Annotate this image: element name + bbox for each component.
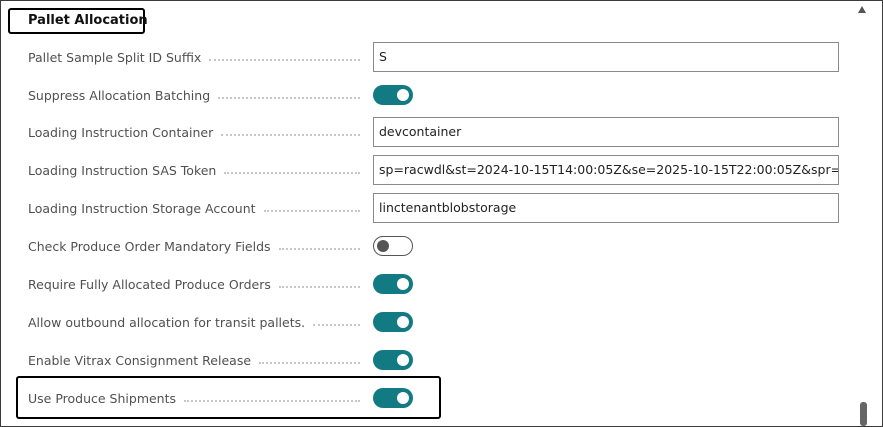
loading-instruction-sas-token-input[interactable]: sp=racwdl&st=2024-10-15T14:00:05Z&se=202… (373, 155, 839, 185)
row-check-produce-order-mandatory-fields: Check Produce Order Mandatory Fields (28, 231, 839, 261)
allow-outbound-allocation-toggle[interactable] (373, 312, 413, 332)
field-label: Suppress Allocation Batching (28, 80, 368, 110)
enable-vitrax-consignment-release-toggle[interactable] (373, 350, 413, 370)
row-loading-instruction-storage-account: Loading Instruction Storage Account linc… (28, 193, 839, 223)
loading-instruction-storage-account-input[interactable]: linctenantblobstorage (373, 193, 839, 223)
loading-instruction-container-input[interactable]: devcontainer (373, 117, 839, 147)
field-label: Loading Instruction Container (28, 117, 368, 147)
row-enable-vitrax-consignment-release: Enable Vitrax Consignment Release (28, 345, 839, 375)
pallet-sample-split-id-suffix-input[interactable]: S (373, 42, 839, 72)
row-require-fully-allocated-produce-orders: Require Fully Allocated Produce Orders (28, 269, 839, 299)
field-label: Allow outbound allocation for transit pa… (28, 307, 368, 337)
scrollbar-thumb[interactable] (860, 402, 867, 426)
row-allow-outbound-allocation-transit-pallets: Allow outbound allocation for transit pa… (28, 307, 839, 337)
section-title[interactable]: Pallet Allocation (8, 8, 148, 34)
field-label: Pallet Sample Split ID Suffix (28, 42, 368, 72)
scroll-up-arrow-icon[interactable] (858, 6, 866, 13)
field-label: Check Produce Order Mandatory Fields (28, 231, 368, 261)
field-label: Loading Instruction SAS Token (28, 155, 368, 185)
field-label: Loading Instruction Storage Account (28, 193, 368, 223)
field-label: Enable Vitrax Consignment Release (28, 345, 368, 375)
suppress-allocation-batching-toggle[interactable] (373, 85, 413, 105)
check-produce-order-mandatory-fields-toggle[interactable] (373, 236, 413, 256)
row-pallet-sample-split-id-suffix: Pallet Sample Split ID Suffix S (28, 42, 839, 72)
row-suppress-allocation-batching: Suppress Allocation Batching (28, 80, 839, 110)
field-label: Require Fully Allocated Produce Orders (28, 269, 368, 299)
require-fully-allocated-produce-orders-toggle[interactable] (373, 274, 413, 294)
row-loading-instruction-container: Loading Instruction Container devcontain… (28, 117, 839, 147)
highlight-annotation-box (16, 376, 441, 419)
row-loading-instruction-sas-token: Loading Instruction SAS Token sp=racwdl&… (28, 155, 839, 185)
